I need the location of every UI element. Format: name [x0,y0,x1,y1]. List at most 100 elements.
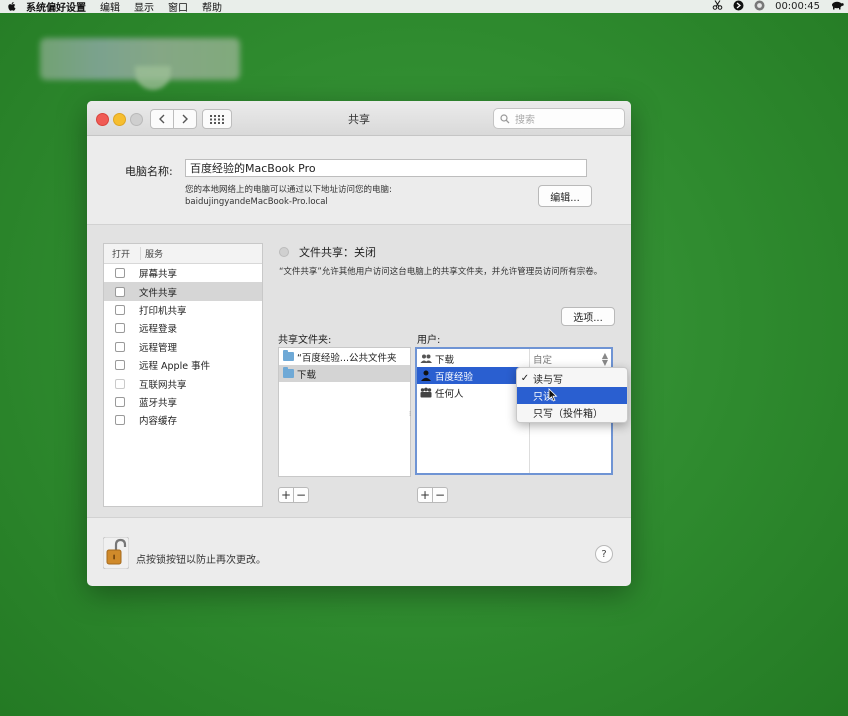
scissors-icon[interactable] [712,0,723,13]
service-row[interactable]: 内容缓存 [104,411,262,429]
footer: 点按锁按钮以防止再次更改。 ? [87,517,631,586]
service-row[interactable]: 文件共享 [104,282,262,301]
file-sharing-description: “文件共享”允许其他用户访问这台电脑上的共享文件夹，并允许管理员访问所有宗卷。 [279,267,603,277]
help-button[interactable]: ? [595,545,613,563]
user-name: 下载 [435,354,455,366]
file-sharing-status: 文件共享：关闭 [279,244,376,260]
permission-popup[interactable]: 自定 ▲ ▼ [533,351,610,367]
turtle-icon[interactable] [830,0,844,13]
title-bar: 共享 搜索 [87,101,631,136]
folder-name: “百度经验...公共文件夹 [297,352,397,364]
folder-row[interactable]: “百度经验...公共文件夹 [279,348,410,365]
service-label: 蓝牙共享 [139,397,178,409]
service-row[interactable]: 远程管理 [104,338,262,356]
service-label: 远程 Apple 事件 [139,361,211,373]
updown-chevron-icon: ▲ ▼ [601,351,608,367]
permission-menu: ✓ 读与写 只读 只写（投件箱） [516,367,628,423]
menu-edit[interactable]: 编辑 [100,0,120,14]
local-hostname: baidujingyandeMacBook-Pro.local [185,197,328,207]
service-row[interactable]: 互联网共享 [104,374,262,392]
menu-extras: 00:00:45 [712,0,844,13]
permission-value: 自定 [533,355,553,366]
user-row[interactable]: 下载 [417,350,529,367]
service-row[interactable]: 打印机共享 [104,301,262,319]
group-icon [420,354,432,363]
blurred-desktop-area-2 [135,66,171,90]
search-placeholder: 搜索 [515,115,535,126]
service-row[interactable]: 蓝牙共享 [104,393,262,411]
file-sharing-status-text: 文件共享：关闭 [299,246,376,259]
remove-user-button[interactable]: − [433,487,448,503]
permission-option-read-write[interactable]: ✓ 读与写 [517,370,627,387]
apple-menu-icon[interactable] [6,1,18,13]
search-field[interactable]: 搜索 [493,108,625,129]
service-checkbox[interactable] [115,304,125,315]
menu-system-preferences[interactable]: 系统偏好设置 [26,0,86,14]
service-label: 内容缓存 [139,416,178,428]
checkmark-icon: ✓ [520,373,530,384]
remove-folder-button[interactable]: − [294,487,309,503]
sharing-preferences-window: 共享 搜索 电脑名称: 百度经验的MacBook Pro 您的本地网络上的电脑可… [87,101,631,586]
status-indicator-icon [279,247,289,257]
service-checkbox[interactable] [115,378,125,389]
users-header: 用户: [417,335,441,346]
folder-icon [283,350,294,361]
menu-bar: 系统偏好设置 编辑 显示 窗口 帮助 00:00:45 [0,0,848,14]
local-address-description: 您的本地网络上的电脑可以通过以下地址访问您的电脑: [185,185,392,195]
service-checkbox[interactable] [115,286,125,297]
options-button[interactable]: 选项... [561,307,615,326]
menu-help[interactable]: 帮助 [202,0,222,14]
computer-name-field[interactable]: 百度经验的MacBook Pro [185,159,587,177]
column-header-on[interactable]: 打开 [104,247,140,260]
computer-name-section: 电脑名称: 百度经验的MacBook Pro 您的本地网络上的电脑可以通过以下地… [87,136,631,225]
record-icon[interactable] [754,0,765,14]
permission-option-read-only[interactable]: 只读 [517,387,627,404]
search-icon [500,113,510,123]
user-row[interactable]: 任何人 [417,384,529,401]
user-icon [421,370,431,381]
add-folder-button[interactable]: + [278,487,294,503]
permission-option-write-only[interactable]: 只写（投件箱） [517,404,627,421]
service-label: 远程管理 [139,342,178,354]
menu-view[interactable]: 显示 [134,0,154,14]
user-name: 百度经验 [435,371,474,383]
folder-add-remove: + − [278,487,309,503]
service-checkbox[interactable] [115,415,125,426]
shared-folders-header: 共享文件夹: [278,335,332,346]
shazam-icon[interactable] [733,0,744,14]
folder-icon [283,367,294,378]
split-handle[interactable]: ⁞ [409,410,414,418]
user-name: 任何人 [435,388,464,400]
computer-name-label: 电脑名称: [125,165,173,178]
user-add-remove: + − [417,487,448,503]
add-user-button[interactable]: + [417,487,433,503]
unlocked-lock-icon[interactable] [103,537,129,569]
option-label: 只写（投件箱） [533,409,603,420]
column-header-service[interactable]: 服务 [140,247,163,260]
menu-window[interactable]: 窗口 [168,0,188,14]
everyone-icon [420,387,432,398]
service-label: 文件共享 [139,287,178,299]
service-checkbox[interactable] [115,341,125,352]
option-label: 读与写 [533,375,563,386]
folder-row-selected[interactable]: 下载 [279,365,410,382]
service-label: 互联网共享 [139,379,187,391]
recording-clock: 00:00:45 [775,1,820,12]
mouse-pointer-icon [548,388,558,402]
service-checkbox[interactable] [115,323,125,334]
lock-hint-text: 点按锁按钮以防止再次更改。 [136,555,266,566]
service-row[interactable]: 远程登录 [104,319,262,337]
folder-name: 下载 [297,369,317,381]
service-checkbox[interactable] [115,268,125,279]
service-label: 屏幕共享 [139,269,178,281]
shared-folders-list: “百度经验...公共文件夹 下载 [278,347,411,477]
user-row-selected[interactable]: 百度经验 [417,367,529,384]
service-row[interactable]: 远程 Apple 事件 [104,356,262,374]
service-label: 远程登录 [139,324,178,336]
services-list-header: 打开 服务 [104,244,262,264]
edit-hostname-button[interactable]: 编辑... [538,185,592,207]
service-row[interactable]: 屏幕共享 [104,264,262,282]
service-checkbox[interactable] [115,360,125,371]
service-checkbox[interactable] [115,396,125,407]
service-label: 打印机共享 [139,305,187,317]
